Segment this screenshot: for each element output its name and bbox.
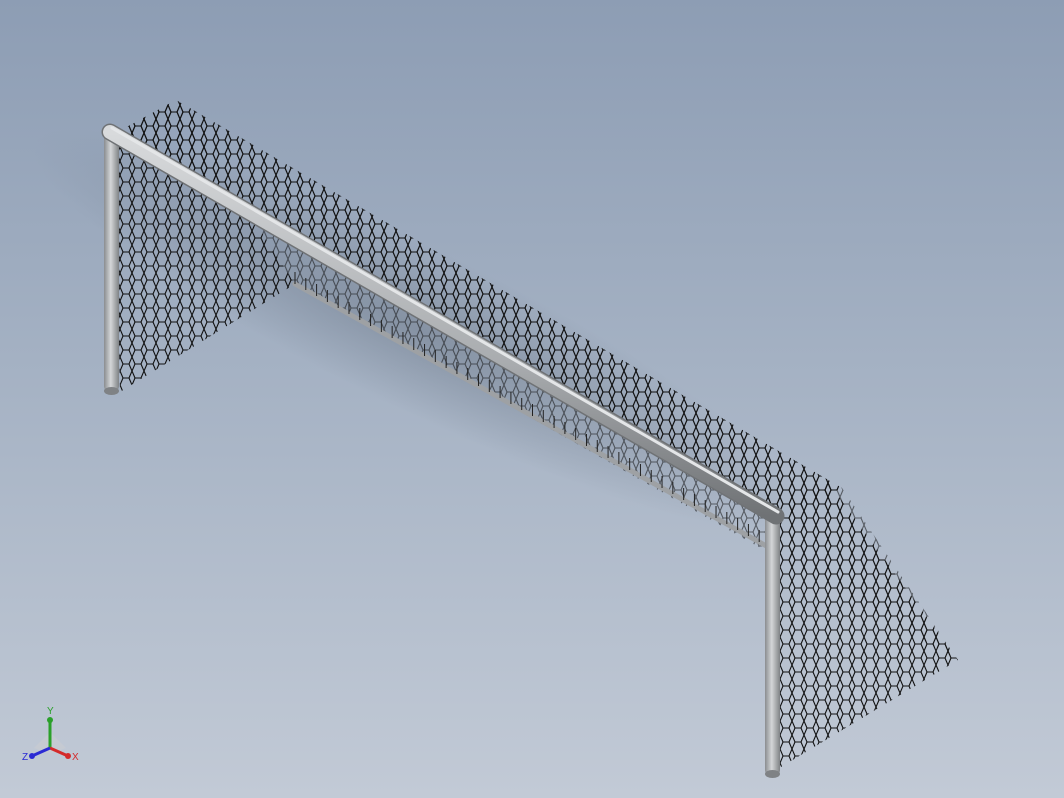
y-axis-label: Y [47, 706, 54, 717]
x-axis-tip [65, 753, 71, 759]
left-post[interactable] [104, 130, 119, 392]
right-post-cap [765, 770, 780, 778]
reference-triad: Y X Z [22, 706, 79, 763]
z-axis-tip [29, 753, 35, 759]
graphics-viewport[interactable]: Y X Z [0, 0, 1064, 798]
left-post-cap [104, 387, 119, 395]
z-axis-label: Z [22, 752, 28, 763]
y-axis-tip [47, 717, 53, 723]
goal-model[interactable] [0, 0, 1064, 798]
x-axis-label: X [72, 752, 79, 763]
back-net [176, 100, 958, 660]
right-post[interactable] [765, 514, 780, 776]
